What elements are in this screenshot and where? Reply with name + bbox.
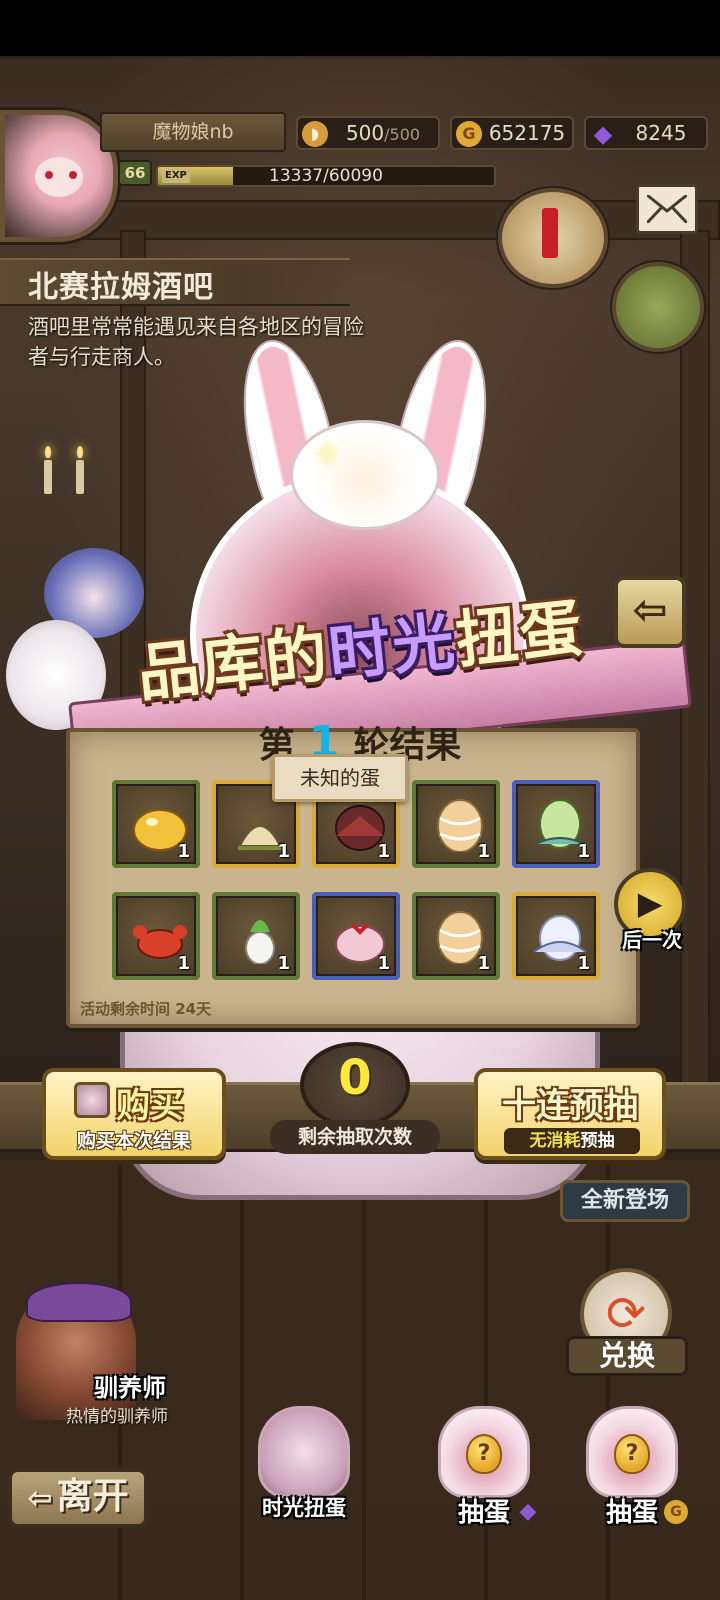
item-count: 1: [377, 953, 390, 974]
purple-gem-icon: ◆: [519, 1499, 537, 1524]
purple-gem-icon: ◆: [593, 120, 613, 148]
bread-icon: ◗: [302, 121, 328, 147]
draws-remaining-label: 剩余抽取次数: [270, 1120, 440, 1154]
item-count: 1: [177, 841, 190, 862]
envelope-icon: [647, 195, 687, 223]
draws-remaining-count: 0: [338, 1050, 372, 1106]
result-item-slot[interactable]: 1: [512, 892, 600, 980]
ten-pull-sublabel: 无消耗预抽: [504, 1128, 640, 1154]
stamina-value: 500/500: [334, 118, 432, 150]
backpack-icon[interactable]: [612, 262, 704, 352]
quest-scroll-icon[interactable]: [498, 188, 608, 288]
alert-mark: [542, 208, 558, 258]
buy-sublabel: 购买本次结果: [76, 1130, 191, 1152]
rose-icon: [74, 1082, 110, 1118]
item-count: 1: [277, 841, 290, 862]
no-cost-text: 无消耗: [529, 1131, 581, 1151]
result-item-slot[interactable]: 1: [412, 780, 500, 868]
gold-draw-nav[interactable]: ? 抽蛋 G: [572, 1400, 692, 1540]
exchange-arrows-icon: ⟳: [605, 1286, 647, 1342]
event-remaining-time: 活动剩余时间 24天: [80, 1000, 212, 1018]
player-name: 魔物娘nb: [100, 112, 286, 152]
candle-icon: [76, 446, 84, 494]
avatar-eye: [69, 171, 77, 179]
gold-coin-icon: G: [664, 1500, 688, 1524]
gem-draw-nav[interactable]: ? 抽蛋 ◆: [424, 1400, 544, 1540]
result-item-slot[interactable]: 1: [212, 892, 300, 980]
result-item-slot[interactable]: 1: [412, 892, 500, 980]
location-description: 酒吧里常常能遇见来自各地区的冒险者与行走商人。: [28, 315, 364, 369]
exchange-button[interactable]: ⟳ 兑换: [566, 1262, 688, 1382]
time-gacha-label: 时光扭蛋: [262, 1496, 346, 1520]
stamina-max: /500: [384, 125, 421, 144]
next-result-label: 后一次: [622, 928, 682, 952]
player-level: 66: [118, 160, 152, 186]
result-item-slot[interactable]: 1: [112, 892, 200, 980]
location-title: 北赛拉姆酒吧: [28, 270, 214, 305]
exp-text: 13337/60090: [269, 166, 383, 186]
item-count: 1: [277, 953, 290, 974]
ten-pull-label: 十连预抽: [502, 1086, 638, 1126]
npc-title: 热情的驯养师: [66, 1407, 168, 1427]
result-item-slot[interactable]: 1: [512, 780, 600, 868]
game-scene: 魔物娘nb 66 EXP 13337/60090 ◗ 500/500 G 652…: [0, 0, 720, 1600]
sparkle-icon: ✦: [310, 432, 344, 478]
gem-counter[interactable]: ◆ 8245: [584, 116, 708, 150]
event-title-part: 扭蛋: [452, 590, 588, 677]
gold-coin-icon: G: [456, 121, 482, 147]
time-gacha-icon: [258, 1406, 350, 1498]
leave-label: 离开: [56, 1476, 129, 1517]
return-arrow-icon: ⇦: [632, 585, 668, 634]
mail-icon[interactable]: [636, 184, 698, 234]
time-gacha-nav[interactable]: 时光扭蛋: [244, 1400, 364, 1540]
buy-button[interactable]: 购买 购买本次结果: [42, 1068, 226, 1160]
candle-icon: [44, 446, 52, 494]
left-arrow-icon: ⇦: [27, 1481, 53, 1516]
avatar-eye: [45, 171, 53, 179]
exchange-label: 兑换: [566, 1336, 688, 1376]
status-bar: [0, 0, 720, 56]
ten-pull-preview-button[interactable]: 十连预抽 无消耗预抽: [474, 1068, 666, 1160]
gold-value: 652175: [488, 121, 566, 145]
item-count: 1: [377, 841, 390, 862]
item-count: 1: [577, 841, 590, 862]
exp-bar: EXP 13337/60090: [156, 165, 496, 187]
gem-value: 8245: [635, 121, 687, 145]
item-tooltip: 未知的蛋: [272, 754, 408, 802]
stamina-current: 500: [345, 121, 385, 145]
item-count: 1: [577, 953, 590, 974]
buy-label: 购买: [116, 1086, 184, 1126]
stamina-counter[interactable]: ◗ 500/500: [296, 116, 440, 150]
mystery-egg-icon: ?: [466, 1434, 502, 1474]
return-button[interactable]: ⇦: [614, 576, 686, 648]
npc-name: 驯养师: [94, 1374, 166, 1402]
new-arrival-badge[interactable]: 全新登场: [560, 1180, 690, 1222]
npc-bandana: [26, 1282, 132, 1322]
play-icon: ▶: [637, 884, 663, 922]
item-count: 1: [177, 953, 190, 974]
preview-text: 预抽: [580, 1131, 615, 1151]
event-title-highlight: 时光: [324, 604, 460, 691]
leave-button[interactable]: ⇦ 离开: [8, 1468, 148, 1528]
mystery-egg-icon: ?: [614, 1434, 650, 1474]
item-count: 1: [477, 841, 490, 862]
result-item-slot[interactable]: 1: [112, 780, 200, 868]
item-count: 1: [477, 953, 490, 974]
result-item-slot[interactable]: 1: [312, 892, 400, 980]
gold-counter[interactable]: G 652175: [450, 116, 574, 150]
